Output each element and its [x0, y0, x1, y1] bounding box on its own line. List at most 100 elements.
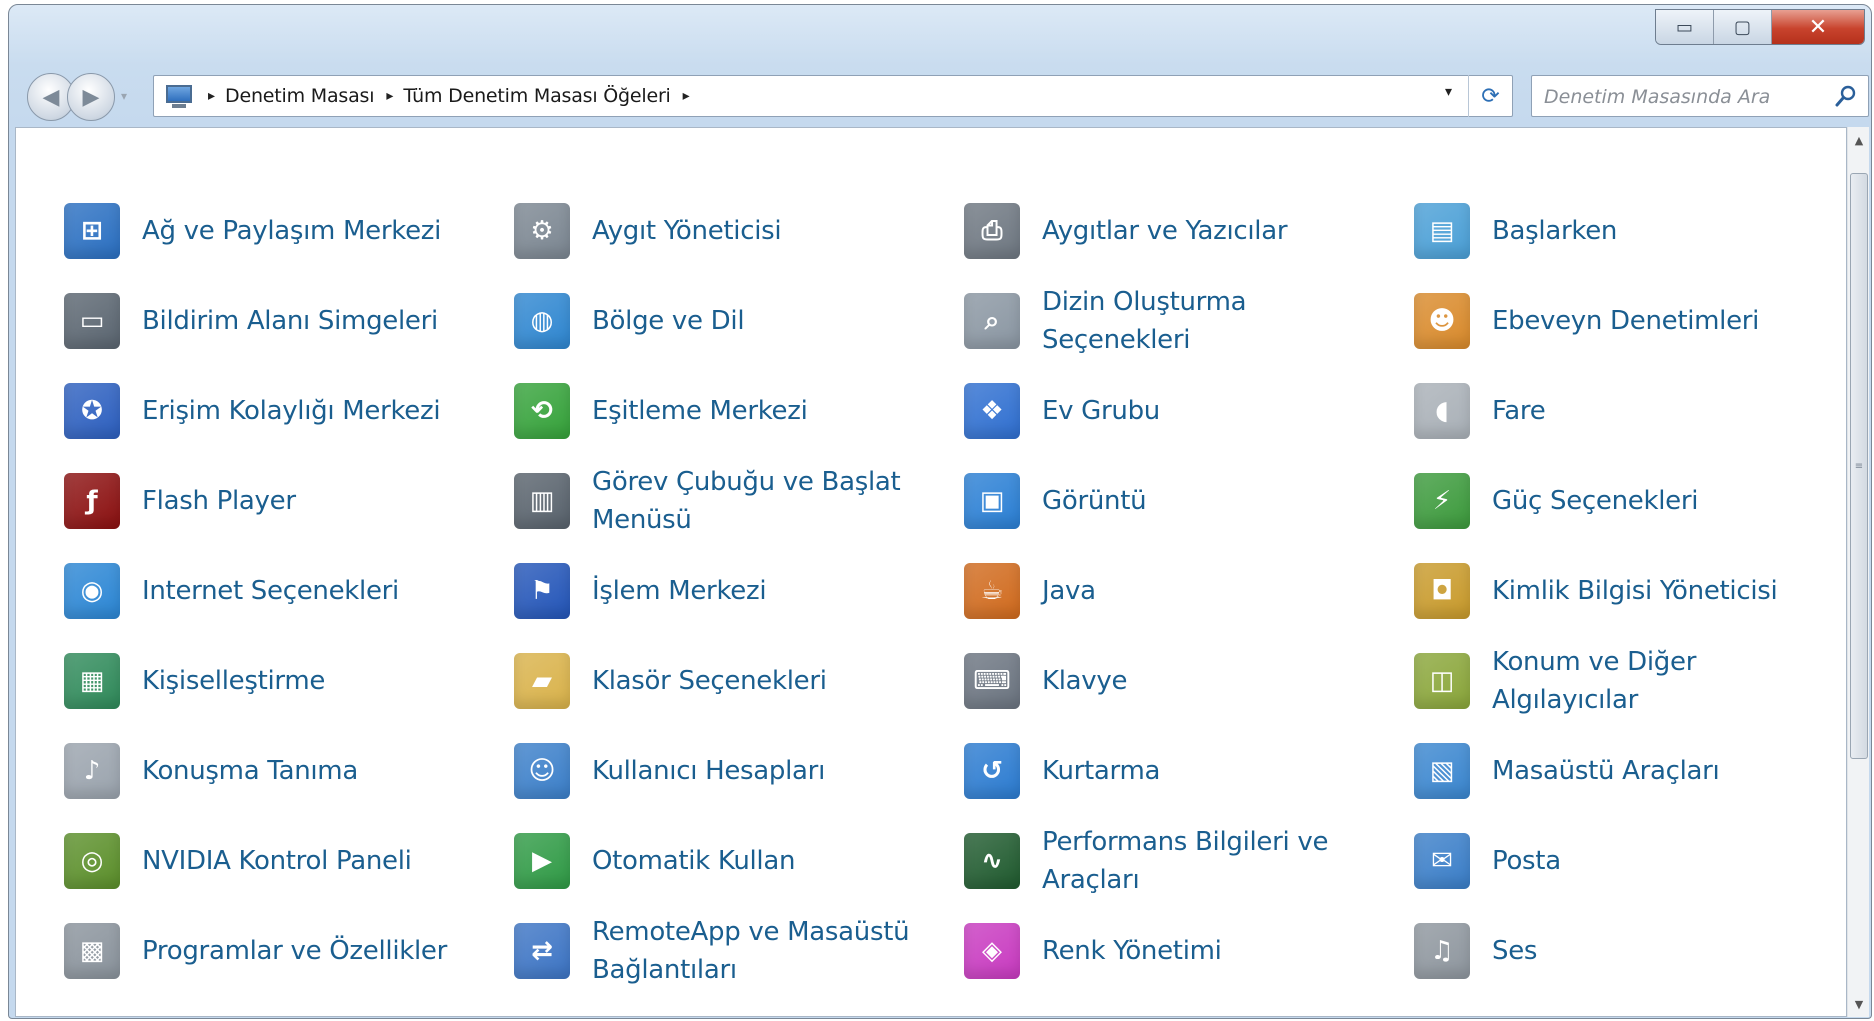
- breadcrumb-separator[interactable]: ▸: [208, 88, 215, 104]
- item-label[interactable]: Aygıt Yöneticisi: [592, 212, 782, 250]
- recent-pages-dropdown[interactable]: ▾: [121, 89, 127, 103]
- control-panel-item[interactable]: ✉ Posta: [1414, 816, 1864, 906]
- globe-clock-icon: ◍: [514, 293, 570, 349]
- item-label[interactable]: Başlarken: [1492, 212, 1617, 250]
- control-panel-item[interactable]: ☺ Kullanıcı Hesapları: [514, 726, 964, 816]
- item-label[interactable]: Görüntü: [1042, 482, 1147, 520]
- item-label[interactable]: Kimlik Bilgisi Yöneticisi: [1492, 572, 1778, 610]
- control-panel-item[interactable]: ▩ Programlar ve Özellikler: [64, 906, 514, 996]
- scroll-down-button[interactable]: ▼: [1848, 993, 1870, 1015]
- item-label[interactable]: Renk Yönetimi: [1042, 932, 1222, 970]
- control-panel-item[interactable]: ▤ Başlarken: [1414, 186, 1864, 276]
- control-panel-item[interactable]: ☕ Java: [964, 546, 1414, 636]
- control-panel-item[interactable]: ⚑ İşlem Merkezi: [514, 546, 964, 636]
- display-icon: ▣: [964, 473, 1020, 529]
- item-label[interactable]: Otomatik Kullan: [592, 842, 795, 880]
- control-panel-item[interactable]: ◫ Konum ve Diğer Algılayıcılar: [1414, 636, 1864, 726]
- control-panel-item[interactable]: ⊞ Ağ ve Paylaşım Merkezi: [64, 186, 514, 276]
- address-bar[interactable]: ▸ Denetim Masası ▸ Tüm Denetim Masası Öğ…: [153, 75, 1513, 117]
- control-panel-item[interactable]: ◖ Fare: [1414, 366, 1864, 456]
- search-input[interactable]: [1542, 82, 1826, 112]
- search-icon[interactable]: [1834, 84, 1858, 108]
- item-label[interactable]: Performans Bilgileri ve Araçları: [1042, 823, 1372, 899]
- item-label[interactable]: Erişim Kolaylığı Merkezi: [142, 392, 441, 430]
- control-panel-item[interactable]: ◎ NVIDIA Kontrol Paneli: [64, 816, 514, 906]
- breadcrumb-all-items[interactable]: Tüm Denetim Masası Öğeleri: [403, 85, 670, 107]
- control-panel-item[interactable]: ▦ Kişiselleştirme: [64, 636, 514, 726]
- control-panel-item[interactable]: ⟲ Eşitleme Merkezi: [514, 366, 964, 456]
- item-label[interactable]: Java: [1042, 572, 1096, 610]
- item-label[interactable]: Ses: [1492, 932, 1537, 970]
- sync-icon: ⟲: [514, 383, 570, 439]
- item-label[interactable]: RemoteApp ve Masaüstü Bağlantıları: [592, 913, 922, 989]
- control-panel-icon: [164, 82, 196, 110]
- breadcrumb-separator[interactable]: ▸: [386, 88, 393, 104]
- control-panel-item[interactable]: ▰ Klasör Seçenekleri: [514, 636, 964, 726]
- network-icon: ⊞: [64, 203, 120, 259]
- item-label[interactable]: Konuşma Tanıma: [142, 752, 358, 790]
- control-panel-item[interactable]: ◍ Bölge ve Dil: [514, 276, 964, 366]
- control-panel-item[interactable]: ▣ Görüntü: [964, 456, 1414, 546]
- scroll-thumb[interactable]: ≡: [1850, 173, 1868, 759]
- item-label[interactable]: Klasör Seçenekleri: [592, 662, 827, 700]
- item-label[interactable]: Bölge ve Dil: [592, 302, 745, 340]
- item-label[interactable]: Ağ ve Paylaşım Merkezi: [142, 212, 441, 250]
- refresh-button[interactable]: ⟳: [1468, 75, 1512, 117]
- item-label[interactable]: Klavye: [1042, 662, 1127, 700]
- item-label[interactable]: Görev Çubuğu ve Başlat Menüsü: [592, 463, 922, 539]
- control-panel-item[interactable]: ⇄ RemoteApp ve Masaüstü Bağlantıları: [514, 906, 964, 996]
- control-panel-item[interactable]: ✪ Erişim Kolaylığı Merkezi: [64, 366, 514, 456]
- item-label[interactable]: Kurtarma: [1042, 752, 1160, 790]
- item-label[interactable]: Internet Seçenekleri: [142, 572, 399, 610]
- item-label[interactable]: Programlar ve Özellikler: [142, 932, 447, 970]
- control-panel-item[interactable]: ♪ Konuşma Tanıma: [64, 726, 514, 816]
- control-panel-item[interactable]: ▭ Bildirim Alanı Simgeleri: [64, 276, 514, 366]
- item-label[interactable]: İşlem Merkezi: [592, 572, 767, 610]
- control-panel-item[interactable]: ♫ Ses: [1414, 906, 1864, 996]
- minimize-button[interactable]: ▭: [1656, 10, 1714, 44]
- maximize-button[interactable]: ▢: [1714, 10, 1772, 44]
- search-box[interactable]: [1531, 75, 1869, 117]
- scroll-up-button[interactable]: ▲: [1848, 129, 1870, 151]
- control-panel-item[interactable]: ⌨ Klavye: [964, 636, 1414, 726]
- close-button[interactable]: ✕: [1772, 10, 1864, 44]
- control-panel-item[interactable]: ⚡ Güç Seçenekleri: [1414, 456, 1864, 546]
- breadcrumb-control-panel[interactable]: Denetim Masası: [225, 85, 374, 107]
- item-label[interactable]: Güç Seçenekleri: [1492, 482, 1698, 520]
- item-label[interactable]: NVIDIA Kontrol Paneli: [142, 842, 412, 880]
- control-panel-item[interactable]: ▶ Otomatik Kullan: [514, 816, 964, 906]
- item-label[interactable]: Aygıtlar ve Yazıcılar: [1042, 212, 1288, 250]
- taskbar-icon: ▥: [514, 473, 570, 529]
- control-panel-item[interactable]: ☻ Ebeveyn Denetimleri: [1414, 276, 1864, 366]
- item-label[interactable]: Flash Player: [142, 482, 296, 520]
- control-panel-item[interactable]: ⎙ Aygıtlar ve Yazıcılar: [964, 186, 1414, 276]
- forward-button[interactable]: ▶: [67, 73, 115, 121]
- control-panel-item[interactable]: ◈ Renk Yönetimi: [964, 906, 1414, 996]
- control-panel-item[interactable]: ⚙ Aygıt Yöneticisi: [514, 186, 964, 276]
- item-label[interactable]: Masaüstü Araçları: [1492, 752, 1720, 790]
- control-panel-item[interactable]: ∿ Performans Bilgileri ve Araçları: [964, 816, 1414, 906]
- control-panel-item[interactable]: ◉ Internet Seçenekleri: [64, 546, 514, 636]
- control-panel-item[interactable]: ❖ Ev Grubu: [964, 366, 1414, 456]
- control-panel-item[interactable]: ⌕ Dizin Oluşturma Seçenekleri: [964, 276, 1414, 366]
- item-label[interactable]: Ev Grubu: [1042, 392, 1160, 430]
- item-label[interactable]: Konum ve Diğer Algılayıcılar: [1492, 643, 1822, 719]
- item-label[interactable]: Posta: [1492, 842, 1561, 880]
- item-label[interactable]: Bildirim Alanı Simgeleri: [142, 302, 438, 340]
- control-panel-item[interactable]: ▥ Görev Çubuğu ve Başlat Menüsü: [514, 456, 964, 546]
- notification-icon: ▭: [64, 293, 120, 349]
- control-panel-item[interactable]: ↺ Kurtarma: [964, 726, 1414, 816]
- item-label[interactable]: Dizin Oluşturma Seçenekleri: [1042, 283, 1372, 359]
- item-label[interactable]: Kullanıcı Hesapları: [592, 752, 825, 790]
- control-panel-item[interactable]: ƒ Flash Player: [64, 456, 514, 546]
- control-panel-item[interactable]: ▧ Masaüstü Araçları: [1414, 726, 1864, 816]
- microphone-icon: ♪: [64, 743, 120, 799]
- control-panel-item[interactable]: ◘ Kimlik Bilgisi Yöneticisi: [1414, 546, 1864, 636]
- breadcrumb-separator[interactable]: ▸: [683, 88, 690, 104]
- vertical-scrollbar[interactable]: ▲ ≡ ▼: [1847, 127, 1869, 1017]
- item-label[interactable]: Ebeveyn Denetimleri: [1492, 302, 1759, 340]
- item-label[interactable]: Eşitleme Merkezi: [592, 392, 808, 430]
- item-label[interactable]: Kişiselleştirme: [142, 662, 325, 700]
- address-dropdown-icon[interactable]: ▾: [1445, 84, 1452, 100]
- item-label[interactable]: Fare: [1492, 392, 1546, 430]
